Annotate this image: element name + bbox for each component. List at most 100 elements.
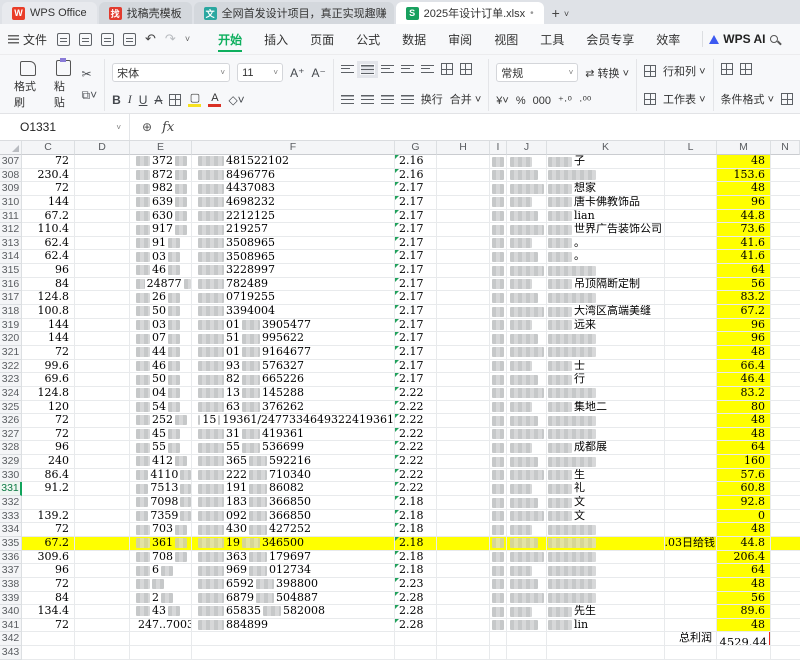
row-header-324[interactable]: 324 xyxy=(0,387,22,401)
cell-C326[interactable]: 72 xyxy=(22,414,75,428)
cell-H329[interactable] xyxy=(437,455,490,469)
cell-C316[interactable]: 84 xyxy=(22,278,75,292)
cell-M337[interactable]: 64 xyxy=(717,564,771,578)
cell-K320[interactable] xyxy=(547,332,665,346)
cell-H313[interactable] xyxy=(437,237,490,251)
cell-K323[interactable]: 行 xyxy=(547,373,665,387)
cell-C340[interactable]: 134.4 xyxy=(22,605,75,619)
cell-G331[interactable]: 2.22 xyxy=(395,482,437,496)
cell-I323[interactable] xyxy=(490,373,507,387)
cell-L316[interactable] xyxy=(665,278,717,292)
cell-J307[interactable] xyxy=(507,155,547,169)
cell-J313[interactable] xyxy=(507,237,547,251)
cell-J330[interactable] xyxy=(507,469,547,483)
cell-J312[interactable] xyxy=(507,223,547,237)
cell-C339[interactable]: 84 xyxy=(22,592,75,606)
cell-M332[interactable]: 92.8 xyxy=(717,496,771,510)
cell-I343[interactable] xyxy=(490,646,507,660)
column-header-F[interactable]: F xyxy=(192,141,395,155)
cell-K309[interactable]: 想家 xyxy=(547,182,665,196)
cell-D326[interactable] xyxy=(75,414,130,428)
select-all-corner[interactable] xyxy=(0,141,22,155)
cell-K326[interactable] xyxy=(547,414,665,428)
cell-L340[interactable] xyxy=(665,605,717,619)
cell-D307[interactable] xyxy=(75,155,130,169)
cell-J327[interactable] xyxy=(507,428,547,442)
merge-cells-button[interactable]: 合并 ˅ xyxy=(450,91,481,107)
cell-K334[interactable] xyxy=(547,523,665,537)
cell-N336[interactable] xyxy=(771,551,800,565)
cell-E322[interactable]: 46 xyxy=(130,360,192,374)
cell-G308[interactable]: 2.16 xyxy=(395,169,437,183)
cell-J321[interactable] xyxy=(507,346,547,360)
cell-D327[interactable] xyxy=(75,428,130,442)
decrease-indent-icon[interactable] xyxy=(401,65,414,74)
cell-L338[interactable] xyxy=(665,578,717,592)
cell-J341[interactable] xyxy=(507,619,547,633)
cell-C328[interactable]: 96 xyxy=(22,441,75,455)
cell-M343[interactable] xyxy=(717,646,771,660)
cell-F309[interactable]: 4437083 xyxy=(192,182,395,196)
cell-L333[interactable] xyxy=(665,510,717,524)
align-bottom-icon[interactable] xyxy=(381,65,394,74)
row-header-322[interactable]: 322 xyxy=(0,360,22,374)
paste-button[interactable]: 粘贴 xyxy=(51,60,76,110)
cell-M321[interactable]: 48 xyxy=(717,346,771,360)
cell-G323[interactable]: 2.17 xyxy=(395,373,437,387)
cell-F336[interactable]: 363179697 xyxy=(192,551,395,565)
cell-D311[interactable] xyxy=(75,210,130,224)
cell-I309[interactable] xyxy=(490,182,507,196)
cell-N322[interactable] xyxy=(771,360,800,374)
cell-D343[interactable] xyxy=(75,646,130,660)
cell-I320[interactable] xyxy=(490,332,507,346)
grow-font-button[interactable]: A⁺ xyxy=(290,66,304,80)
cell-I330[interactable] xyxy=(490,469,507,483)
cell-C314[interactable]: 62.4 xyxy=(22,250,75,264)
cell-G325[interactable]: 2.22 xyxy=(395,401,437,415)
cell-J317[interactable] xyxy=(507,291,547,305)
cell-C320[interactable]: 144 xyxy=(22,332,75,346)
row-header-329[interactable]: 329 xyxy=(0,455,22,469)
cell-F340[interactable]: 65835582008 xyxy=(192,605,395,619)
column-header-K[interactable]: K xyxy=(547,141,665,155)
cell-L308[interactable] xyxy=(665,169,717,183)
align-center-icon[interactable] xyxy=(361,95,374,104)
merge-center-icon[interactable] xyxy=(460,63,472,75)
cell-I310[interactable] xyxy=(490,196,507,210)
cell-E338[interactable] xyxy=(130,578,192,592)
cell-G333[interactable]: 2.18 xyxy=(395,510,437,524)
cell-H342[interactable] xyxy=(437,632,490,646)
cell-E327[interactable]: 45 xyxy=(130,428,192,442)
cell-K315[interactable] xyxy=(547,264,665,278)
tab-template[interactable]: 找 找稿壳模板 xyxy=(99,2,192,24)
cell-N308[interactable] xyxy=(771,169,800,183)
cell-C315[interactable]: 96 xyxy=(22,264,75,278)
strikethrough-button[interactable]: A xyxy=(154,93,162,107)
justify-icon[interactable] xyxy=(401,95,414,104)
row-header-327[interactable]: 327 xyxy=(0,428,22,442)
cell-M341[interactable]: 48 xyxy=(717,619,771,633)
cell-H315[interactable] xyxy=(437,264,490,278)
cell-K322[interactable]: 士 xyxy=(547,360,665,374)
cell-N325[interactable] xyxy=(771,401,800,415)
cell-C331[interactable]: 91.2 xyxy=(22,482,75,496)
cell-K327[interactable] xyxy=(547,428,665,442)
cell-H321[interactable] xyxy=(437,346,490,360)
worksheet-button[interactable]: 工作表 ˅ xyxy=(644,91,705,107)
cell-E314[interactable]: 03 xyxy=(130,250,192,264)
cell-K338[interactable] xyxy=(547,578,665,592)
cell-I311[interactable] xyxy=(490,210,507,224)
menu-tab-工具[interactable]: 工具 xyxy=(530,25,574,53)
cell-M323[interactable]: 46.4 xyxy=(717,373,771,387)
menu-tab-审阅[interactable]: 审阅 xyxy=(438,25,482,53)
zoom-formula-icon[interactable]: ⊕ xyxy=(142,120,152,134)
cell-D331[interactable] xyxy=(75,482,130,496)
align-top-icon[interactable] xyxy=(341,65,354,74)
cell-G339[interactable]: 2.28 xyxy=(395,592,437,606)
cell-K307[interactable]: 子 xyxy=(547,155,665,169)
cell-E321[interactable]: 44 xyxy=(130,346,192,360)
cell-L343[interactable] xyxy=(665,646,717,660)
cell-L332[interactable] xyxy=(665,496,717,510)
cell-E311[interactable]: 630 xyxy=(130,210,192,224)
cell-G342[interactable] xyxy=(395,632,437,646)
